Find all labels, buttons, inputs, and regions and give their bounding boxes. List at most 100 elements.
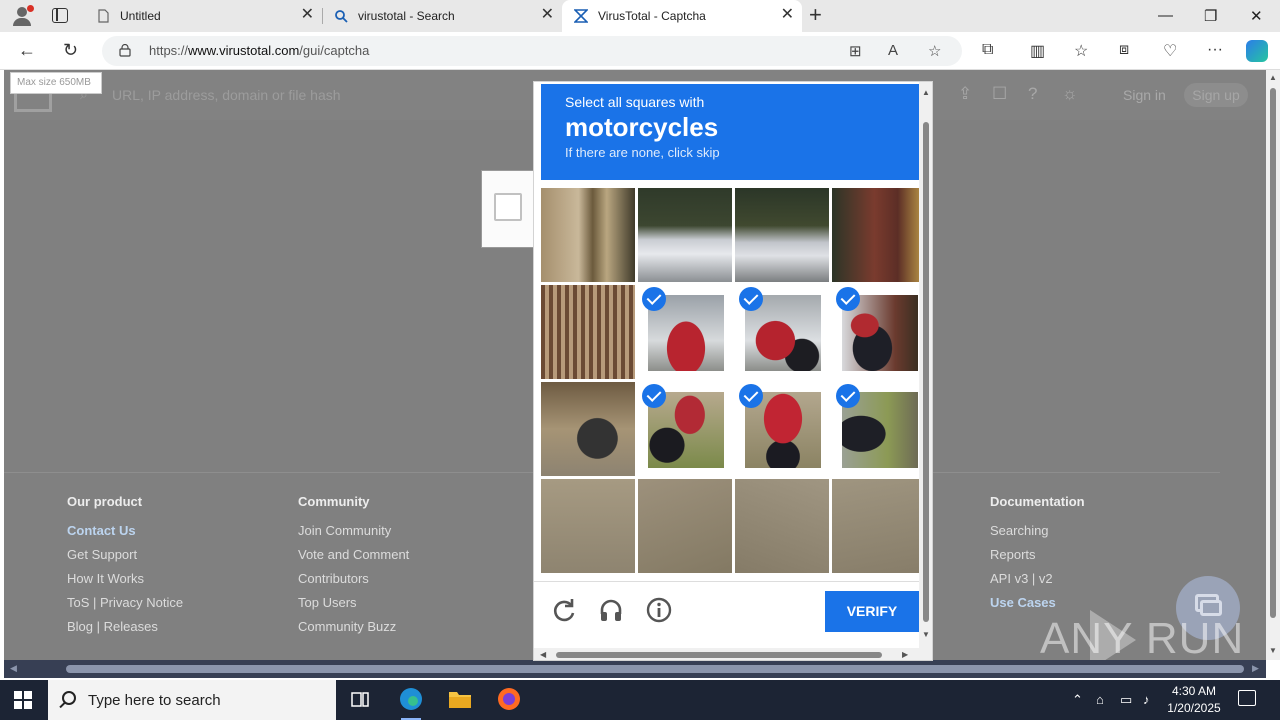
copilot-icon[interactable] [1246, 40, 1268, 62]
firefox-icon[interactable] [487, 684, 531, 720]
show-hidden-icons-icon[interactable]: ⌃ [1072, 692, 1083, 708]
file-explorer-icon[interactable] [438, 684, 482, 720]
favorites-icon[interactable]: ☆ [1074, 41, 1088, 61]
footer-heading: Community [298, 494, 370, 509]
performance-icon[interactable]: ♡ [1163, 41, 1177, 61]
footer-link[interactable]: API v3 | v2 [990, 571, 1085, 595]
extensions-icon[interactable]: ⧉ [982, 41, 993, 59]
footer-col-product: Our product Contact Us Get Support How I… [67, 494, 183, 643]
captcha-tile[interactable] [638, 479, 732, 573]
captcha-image-grid [541, 188, 926, 574]
favorite-star-icon[interactable]: ☆ [928, 42, 941, 60]
browser-tab-bar: Untitled ✕ virustotal - Search ✕ VirusTo… [0, 0, 1280, 32]
footer-link[interactable]: Top Users [298, 595, 409, 619]
footer-link[interactable]: Blog | Releases [67, 619, 183, 643]
footer-link[interactable]: How It Works [67, 571, 183, 595]
tab-actions-icon[interactable] [52, 8, 68, 23]
url-text: https://www.virustotal.com/gui/captcha [149, 43, 370, 58]
new-tab-icon[interactable]: + [809, 4, 822, 26]
captcha-tile[interactable] [541, 479, 635, 573]
footer-link[interactable]: Community Buzz [298, 619, 409, 643]
lock-icon [119, 44, 131, 57]
collections-icon[interactable]: ⧈ [1119, 41, 1129, 59]
checkmark-icon [836, 384, 860, 408]
captcha-tile[interactable] [541, 285, 635, 379]
captcha-tile[interactable] [735, 188, 829, 282]
max-size-tooltip: Max size 650MB [10, 72, 102, 94]
tab-title: Untitled [120, 9, 161, 23]
captcha-tile[interactable] [638, 188, 732, 282]
sign-up-button[interactable]: Sign up [1184, 83, 1248, 107]
footer-col-community: Community Join Community Vote and Commen… [298, 494, 409, 643]
captcha-checkbox[interactable] [494, 193, 522, 221]
footer-link[interactable]: ToS | Privacy Notice [67, 595, 183, 619]
close-window-icon[interactable]: ✕ [1250, 7, 1263, 25]
captcha-tile[interactable] [832, 285, 926, 379]
minimize-icon[interactable]: — [1158, 7, 1173, 24]
volume-icon[interactable]: ♪ [1143, 692, 1150, 707]
close-icon[interactable]: ✕ [301, 7, 314, 23]
captcha-vertical-scrollbar[interactable]: ▲ ▼ [919, 82, 932, 648]
captcha-instructions: Select all squares with motorcycles If t… [541, 84, 919, 180]
captcha-tile[interactable] [832, 188, 926, 282]
theme-icon[interactable]: ☼ [1062, 84, 1078, 104]
edge-browser-icon[interactable] [389, 684, 433, 720]
audio-challenge-icon[interactable] [597, 596, 625, 624]
sign-in-link[interactable]: Sign in [1123, 87, 1166, 103]
captcha-tile[interactable] [735, 285, 829, 379]
checkmark-icon [739, 287, 763, 311]
restore-icon[interactable]: ❐ [1204, 7, 1217, 25]
network-icon[interactable]: ▭ [1120, 692, 1132, 708]
footer-col-documentation: Documentation Searching Reports API v3 |… [990, 494, 1085, 619]
upload-icon[interactable]: ⇪ [958, 84, 972, 104]
footer-link[interactable]: Vote and Comment [298, 547, 409, 571]
close-icon[interactable]: ✕ [541, 7, 554, 23]
chat-icon[interactable]: ☐ [992, 84, 1007, 104]
captcha-tile[interactable] [541, 188, 635, 282]
reload-icon[interactable] [550, 596, 578, 624]
footer-link[interactable]: Reports [990, 547, 1085, 571]
page-icon [98, 9, 109, 23]
tab-virustotal-captcha[interactable]: VirusTotal - Captcha ✕ [562, 0, 802, 32]
task-view-icon[interactable] [338, 684, 382, 720]
footer-link[interactable]: Contributors [298, 571, 409, 595]
app-available-icon[interactable]: ⊞ [849, 42, 862, 60]
footer-link[interactable]: Get Support [67, 547, 183, 571]
captcha-tile[interactable] [832, 479, 926, 573]
checkmark-icon [836, 287, 860, 311]
profile-icon[interactable] [10, 5, 34, 27]
footer-link[interactable]: Contact Us [67, 523, 183, 547]
captcha-tile[interactable] [638, 285, 732, 379]
captcha-tile[interactable] [832, 382, 926, 476]
read-aloud-icon[interactable]: A [888, 42, 898, 59]
clock-date: 1/20/2025 [1167, 701, 1221, 715]
back-icon[interactable]: ← [18, 41, 36, 59]
system-clock[interactable]: 4:30 AM 1/20/2025 [1166, 683, 1222, 717]
verify-button[interactable]: VERIFY [825, 591, 919, 632]
tab-untitled[interactable]: Untitled ✕ [84, 0, 322, 32]
page-horizontal-scrollbar[interactable]: ◀ ▶ [4, 660, 1266, 678]
captcha-tile[interactable] [735, 479, 829, 573]
close-icon[interactable]: ✕ [781, 7, 794, 23]
captcha-tile[interactable] [638, 382, 732, 476]
captcha-horizontal-scrollbar[interactable]: ◀ ▶ [534, 648, 932, 660]
captcha-tile[interactable] [735, 382, 829, 476]
address-bar[interactable]: https://www.virustotal.com/gui/captcha ⊞… [102, 36, 962, 66]
captcha-tile[interactable] [541, 382, 635, 476]
checkmark-icon [739, 384, 763, 408]
notifications-icon[interactable] [1238, 690, 1256, 706]
watermark-text: ANY RUN [1040, 614, 1245, 660]
vt-search-input[interactable]: URL, IP address, domain or file hash [112, 87, 341, 103]
taskbar-search-box[interactable]: Type here to search [48, 680, 336, 720]
split-screen-icon[interactable]: ▥ [1030, 41, 1045, 61]
page-vertical-scrollbar[interactable]: ▲ ▼ [1266, 70, 1280, 660]
more-menu-icon[interactable]: ··· [1207, 41, 1223, 59]
help-icon[interactable]: ? [1028, 84, 1037, 104]
windows-start-icon[interactable] [14, 691, 32, 709]
refresh-icon[interactable]: ↻ [63, 41, 78, 59]
info-icon[interactable] [645, 596, 673, 624]
footer-link[interactable]: Searching [990, 523, 1085, 547]
security-icon[interactable]: ⌂ [1096, 692, 1104, 707]
tab-virustotal-search[interactable]: virustotal - Search ✕ [322, 0, 562, 32]
footer-link[interactable]: Join Community [298, 523, 409, 547]
